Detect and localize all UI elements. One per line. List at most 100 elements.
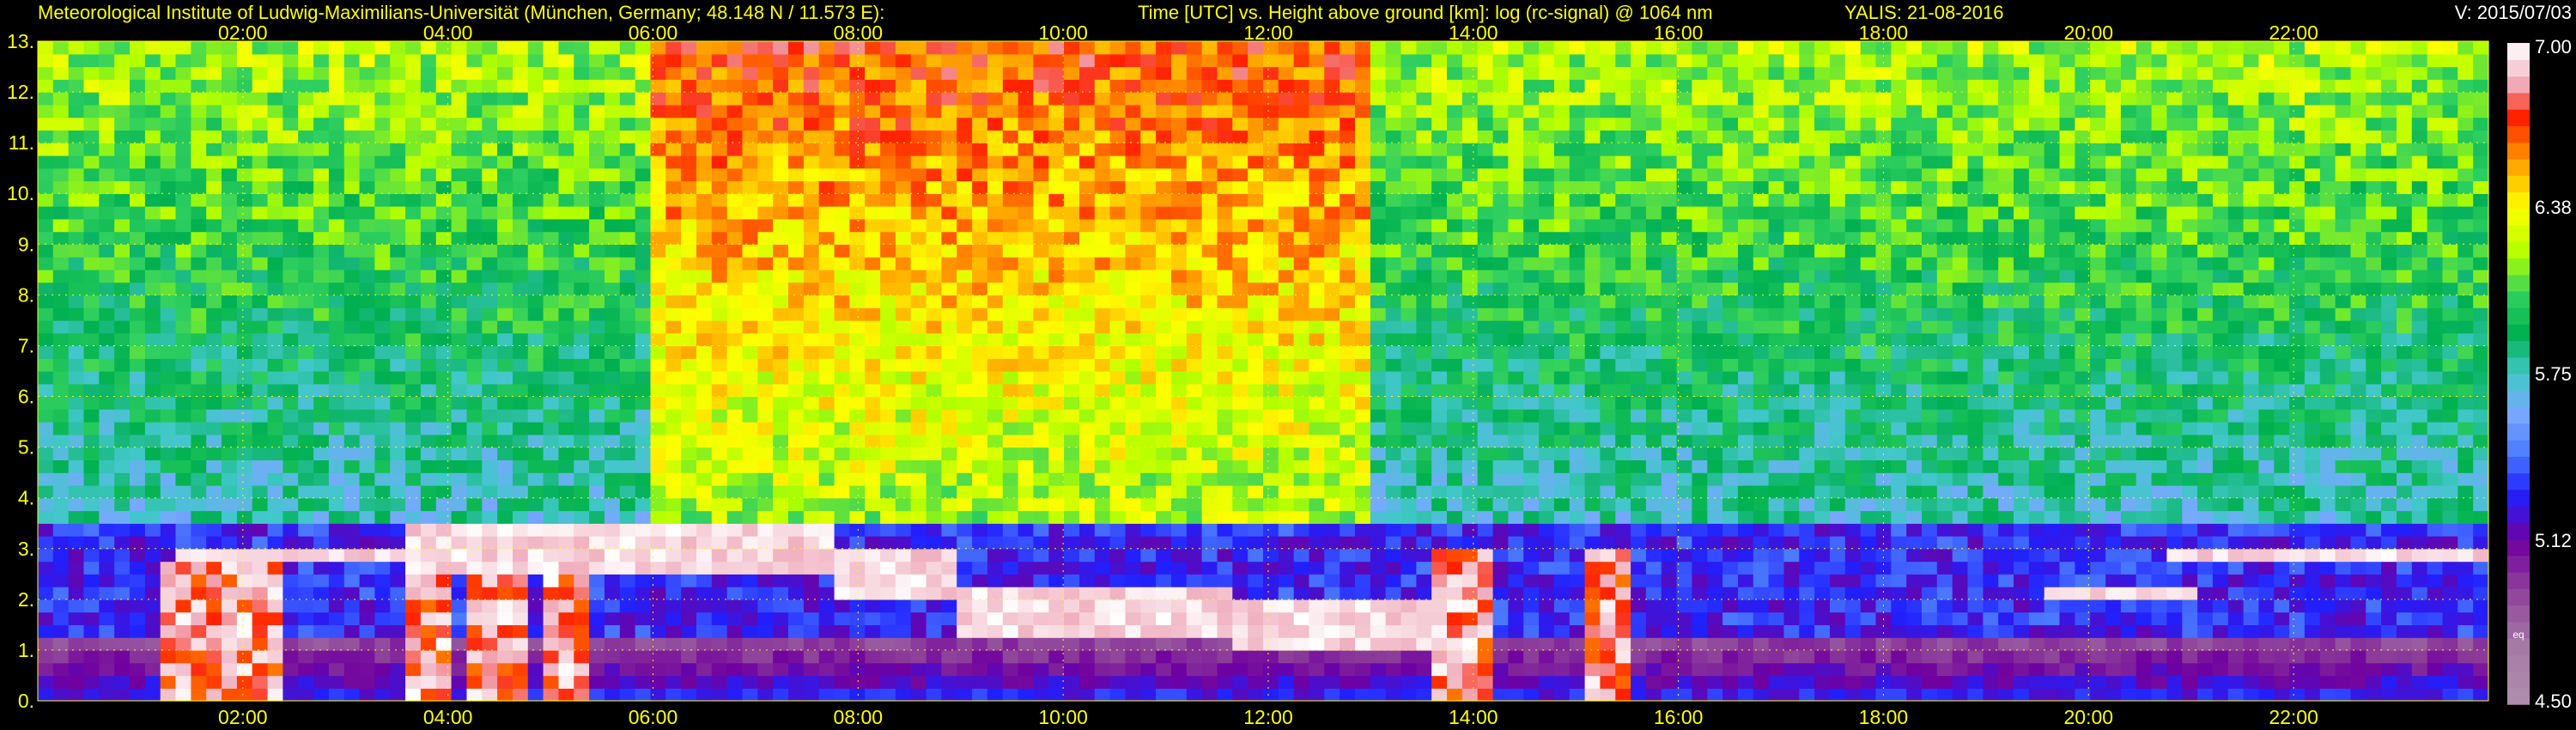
field-cell [328, 92, 345, 106]
field-cell [1109, 688, 1126, 702]
field-cell [681, 282, 697, 295]
field-cell [405, 193, 422, 207]
chart-svg: Meteorological Institute of Ludwig-Maxim… [0, 0, 2576, 730]
field-cell [405, 649, 422, 664]
field-cell [558, 611, 574, 625]
field-cell [175, 548, 191, 563]
field-cell [1248, 675, 1264, 689]
field-cell [482, 536, 498, 550]
field-cell [1018, 484, 1034, 499]
field-cell [665, 675, 682, 689]
field-cell [527, 548, 544, 563]
field-cell [1492, 624, 1509, 638]
field-cell [130, 637, 146, 651]
field-cell [1477, 130, 1494, 143]
field-cell [957, 371, 973, 385]
field-cell [343, 332, 361, 347]
field-cell [941, 484, 957, 499]
field-cell [130, 130, 146, 143]
field-cell [328, 383, 345, 398]
field-cell [1340, 599, 1356, 613]
field-cell [283, 167, 299, 182]
field-cell [926, 649, 942, 664]
field-cell [83, 117, 100, 131]
field-cell [1079, 574, 1096, 587]
field-cell [558, 79, 574, 93]
field-cell [1094, 637, 1111, 651]
backscatter-field [38, 41, 2489, 702]
field-cell [1064, 611, 1080, 625]
field-cell [605, 561, 621, 575]
field-cell [1033, 79, 1049, 93]
field-cell [726, 193, 744, 207]
field-cell [665, 319, 682, 334]
field-cell [1048, 53, 1065, 68]
field-cell [1064, 79, 1080, 93]
field-cell [359, 332, 375, 347]
field-cell [1492, 383, 1509, 398]
field-cell [343, 611, 361, 625]
field-cell [283, 536, 299, 550]
field-cell [435, 484, 453, 499]
field-cell [1355, 624, 1371, 638]
field-cell [328, 447, 345, 460]
field-cell [343, 319, 361, 334]
field-cell [773, 662, 789, 677]
field-cell [1140, 611, 1157, 625]
field-cell [742, 611, 758, 625]
field-cell [222, 319, 238, 334]
field-cell [849, 523, 866, 537]
field-cell [957, 561, 973, 575]
field-cell [1461, 53, 1479, 68]
field-cell [52, 218, 70, 233]
field-cell [435, 422, 453, 435]
field-cell [1201, 66, 1218, 80]
field-cell [359, 180, 375, 194]
field-cell [130, 193, 146, 207]
field-cell [83, 79, 100, 93]
field-cell [466, 383, 483, 398]
field-cell [144, 688, 161, 702]
field-cell [175, 92, 191, 106]
field-cell [788, 282, 805, 295]
field-cell [1447, 624, 1463, 638]
field-cell [435, 396, 453, 410]
field-cell [1263, 206, 1279, 220]
field-cell [1324, 649, 1340, 664]
field-cell [1018, 155, 1034, 169]
field-cell [497, 92, 513, 106]
field-cell [206, 193, 222, 207]
field-cell [650, 206, 666, 220]
field-cell [374, 536, 391, 550]
field-cell [267, 548, 283, 563]
field-cell [130, 41, 146, 55]
field-cell [681, 117, 697, 131]
field-cell [68, 447, 85, 460]
field-cell [543, 358, 559, 372]
field-cell [957, 599, 973, 613]
field-cell [558, 649, 574, 664]
field-cell [1232, 574, 1249, 587]
field-cell [711, 53, 728, 68]
field-cell [1018, 548, 1034, 563]
field-cell [1140, 319, 1157, 334]
field-cell [1431, 282, 1448, 295]
field-cell [696, 624, 713, 638]
field-cell [773, 282, 789, 295]
field-cell [1217, 587, 1233, 600]
field-cell [1293, 510, 1310, 524]
field-cell [957, 587, 973, 600]
field-cell [1340, 104, 1356, 119]
field-cell [619, 447, 636, 460]
field-cell [497, 497, 513, 512]
field-cell [1048, 599, 1065, 613]
field-cell [1370, 383, 1387, 398]
field-cell [130, 345, 146, 359]
field-cell [252, 599, 269, 613]
field-cell [1109, 383, 1126, 398]
field-cell [1064, 104, 1080, 119]
field-cell [1447, 180, 1463, 194]
field-cell [972, 574, 988, 587]
field-cell [1431, 587, 1448, 600]
field-cell [374, 371, 391, 385]
